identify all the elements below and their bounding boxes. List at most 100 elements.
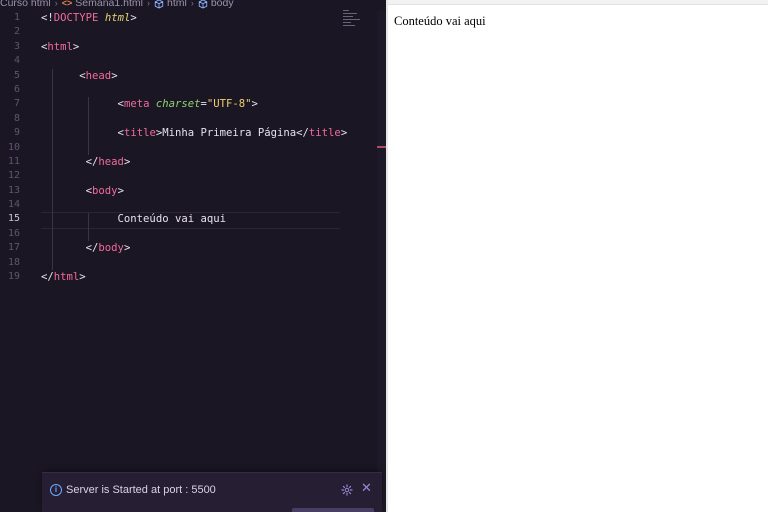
- browser-toolbar-edge: [388, 0, 768, 5]
- line-number: 3: [13, 40, 20, 52]
- code-line[interactable]: [41, 256, 341, 270]
- line-number: 18: [7, 256, 20, 268]
- code-token: html: [53, 271, 80, 284]
- breadcrumb-item[interactable]: Curso html: [0, 0, 51, 9]
- breadcrumb: Curso html › <> Semana1.html › html › body: [0, 0, 386, 9]
- line-number: 6: [13, 83, 20, 95]
- breadcrumb-label: Curso html: [0, 0, 51, 9]
- code-line[interactable]: [41, 141, 341, 155]
- code-token: title: [123, 127, 156, 140]
- scrollbar-marker: [377, 146, 386, 148]
- breadcrumb-label: body: [210, 0, 234, 9]
- line-number: 15: [7, 213, 20, 225]
- code-token: >: [79, 271, 86, 284]
- minimap[interactable]: [343, 10, 363, 40]
- line-number: 12: [7, 170, 20, 182]
- line-number: 10: [7, 141, 20, 153]
- line-number: 1: [13, 12, 20, 23]
- code-line[interactable]: [41, 83, 341, 97]
- code-line[interactable]: [41, 198, 341, 212]
- breadcrumb-label: Semana1.html: [75, 0, 143, 9]
- page-body-text: Conteúdo vai aqui: [394, 14, 486, 28]
- indent-guide: [88, 97, 89, 155]
- line-number: 19: [7, 271, 20, 283]
- code-token: </: [41, 271, 54, 284]
- code-line[interactable]: [41, 54, 341, 68]
- indent-guide: [88, 212, 89, 242]
- code-token: Conteúdo vai aqui: [117, 213, 226, 226]
- notification-message: Server is Started at port : 5500: [66, 484, 216, 496]
- code-line[interactable]: <!DOCTYPE html>: [41, 11, 341, 25]
- chevron-right-icon: ›: [146, 0, 150, 8]
- html-file-icon: <>: [61, 0, 73, 8]
- info-icon: i: [50, 484, 62, 496]
- chevron-right-icon: ›: [54, 0, 58, 8]
- code-token: head: [98, 155, 124, 168]
- code-token: meta: [123, 98, 150, 111]
- code-editor[interactable]: Curso html › <> Semana1.html › html › body 1234…: [0, 0, 386, 512]
- code-token: >: [130, 12, 137, 24]
- notification-toast: i Server is Started at port : 5500 ✕: [42, 472, 382, 512]
- code-token: charset: [155, 98, 201, 111]
- code-line[interactable]: </head>: [41, 155, 341, 169]
- line-number-gutter: 1 2 3 4 5 6 7 8 9 10 11 12 13 14 15 16 17 18 19: [0, 11, 34, 284]
- code-line[interactable]: [41, 227, 341, 241]
- code-line[interactable]: [41, 25, 341, 39]
- code-token: >: [340, 127, 348, 140]
- cube-icon: [198, 0, 208, 9]
- code-line[interactable]: <meta charset="UTF-8">: [41, 97, 341, 111]
- code-line[interactable]: Conteúdo vai aqui: [41, 212, 341, 230]
- code-line[interactable]: <body>: [41, 184, 341, 198]
- gear-icon[interactable]: [341, 484, 353, 496]
- cube-icon: [154, 0, 164, 9]
- code-line[interactable]: [41, 169, 341, 183]
- code-line[interactable]: <html>: [41, 40, 341, 54]
- code-area[interactable]: <!DOCTYPE html> <html> <head> <meta chars…: [41, 11, 348, 284]
- code-token: >: [72, 40, 80, 53]
- chevron-right-icon: ›: [190, 0, 194, 8]
- code-token: body: [98, 242, 124, 255]
- close-icon[interactable]: ✕: [361, 481, 372, 497]
- code-token: head: [85, 69, 112, 82]
- breadcrumb-item[interactable]: body: [198, 0, 234, 9]
- line-number: 11: [7, 155, 20, 167]
- code-line[interactable]: </body>: [41, 241, 341, 255]
- line-number: 13: [7, 184, 20, 196]
- line-number: 2: [13, 26, 20, 38]
- breadcrumb-item[interactable]: html: [154, 0, 187, 9]
- code-line[interactable]: <title>Minha Primeira Página</title>: [41, 126, 348, 140]
- code-token: </: [85, 242, 99, 255]
- code-token: html: [104, 12, 131, 24]
- code-token: Minha Primeira Página: [162, 127, 297, 140]
- code-token: >: [111, 69, 118, 82]
- line-number: 16: [7, 227, 20, 239]
- code-line[interactable]: </html>: [41, 270, 341, 284]
- code-token: >: [123, 155, 131, 168]
- line-number: 9: [13, 127, 20, 139]
- line-number: 17: [7, 242, 20, 254]
- breadcrumb-item[interactable]: <> Semana1.html: [62, 0, 143, 9]
- editor-scrollbar[interactable]: [377, 11, 386, 512]
- code-token: DOCTYPE: [53, 12, 99, 24]
- line-number: 7: [13, 98, 20, 110]
- line-number: 4: [13, 55, 20, 67]
- code-token: >: [251, 98, 258, 111]
- code-token: </: [296, 127, 309, 140]
- line-number: 14: [7, 199, 20, 211]
- breadcrumb-label: html: [166, 0, 187, 9]
- browser-preview: Conteúdo vai aqui: [388, 0, 768, 512]
- code-token: body: [92, 184, 118, 197]
- indent-guide: [52, 68, 53, 271]
- code-token: "UTF-8": [206, 98, 252, 111]
- line-number: 5: [13, 69, 20, 81]
- line-number: 8: [13, 112, 20, 124]
- code-token: </: [85, 155, 99, 168]
- code-line[interactable]: [41, 112, 341, 126]
- code-token: html: [47, 40, 73, 53]
- code-token: >: [117, 184, 124, 197]
- code-token: >: [123, 242, 131, 255]
- code-token: <!: [41, 12, 54, 24]
- code-line[interactable]: <head>: [41, 69, 341, 83]
- code-token: title: [308, 127, 341, 140]
- notification-action-button[interactable]: [292, 508, 374, 512]
